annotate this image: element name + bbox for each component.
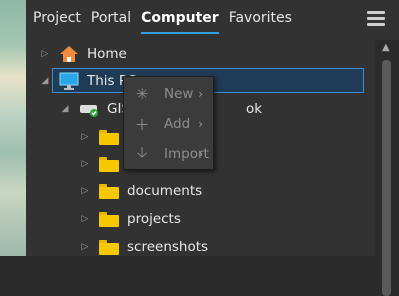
map-background-strip	[0, 0, 26, 256]
tree-item-home[interactable]: ▷ Home	[40, 41, 127, 67]
add-icon: ＋	[134, 115, 150, 134]
hamburger-menu-icon[interactable]	[367, 11, 385, 27]
tree-item-label: documents	[127, 183, 203, 199]
folder-icon	[99, 156, 119, 172]
tab-favorites[interactable]: Favorites	[229, 8, 292, 34]
tab-computer[interactable]: Computer	[141, 8, 219, 34]
collapse-caret-icon[interactable]: ◢	[40, 76, 50, 86]
tab-project[interactable]: Project	[33, 8, 81, 34]
tree-item-label-suffix: ok	[246, 101, 263, 117]
tree-item-label: screenshots	[127, 239, 209, 255]
drive-icon	[79, 100, 99, 118]
computer-icon	[59, 72, 79, 90]
folder-icon	[99, 239, 119, 255]
folder-icon	[99, 183, 119, 199]
menu-item-add[interactable]: ＋ Add ›	[124, 109, 213, 139]
tab-portal[interactable]: Portal	[91, 8, 131, 34]
expand-caret-icon[interactable]: ▷	[80, 186, 90, 196]
menu-item-import[interactable]: 🡣 Import ›	[124, 139, 213, 169]
expand-caret-icon[interactable]: ▷	[80, 214, 90, 224]
expand-caret-icon[interactable]: ▷	[80, 132, 90, 142]
import-icon: 🡣	[136, 142, 148, 161]
scroll-up-icon[interactable]: ▲	[382, 42, 390, 53]
submenu-arrow-icon: ›	[198, 87, 203, 101]
expand-caret-icon[interactable]: ▷	[80, 242, 90, 252]
tree-item-label: Home	[87, 46, 127, 62]
expand-caret-icon[interactable]: ▷	[80, 159, 90, 169]
menu-item-label: Add	[164, 116, 191, 132]
menu-item-new[interactable]: ✳ New ›	[124, 79, 213, 109]
tree-item-screenshots[interactable]: ▷ screenshots	[80, 234, 209, 260]
catalog-tabs: Project Portal Computer Favorites	[33, 8, 292, 34]
home-icon	[59, 45, 79, 63]
collapse-caret-icon[interactable]: ◢	[60, 104, 70, 114]
submenu-arrow-icon: ›	[198, 117, 203, 131]
folder-icon	[99, 129, 119, 145]
tree-item-this-pc[interactable]: ◢ This PC	[40, 68, 136, 94]
folder-icon	[99, 211, 119, 227]
vertical-scrollbar[interactable]: ▲	[375, 40, 399, 296]
new-icon: ✳	[135, 85, 149, 103]
menu-item-label: New	[164, 86, 194, 102]
context-menu: ✳ New › ＋ Add › 🡣 Import ›	[123, 76, 214, 170]
tree-item-documents[interactable]: ▷ documents	[80, 178, 203, 204]
tree-item-projects[interactable]: ▷ projects	[80, 206, 181, 232]
scrollbar-thumb[interactable]	[382, 60, 391, 296]
tree-item-label: projects	[127, 211, 181, 227]
submenu-arrow-icon: ›	[198, 147, 203, 161]
expand-caret-icon[interactable]: ▷	[40, 49, 50, 59]
